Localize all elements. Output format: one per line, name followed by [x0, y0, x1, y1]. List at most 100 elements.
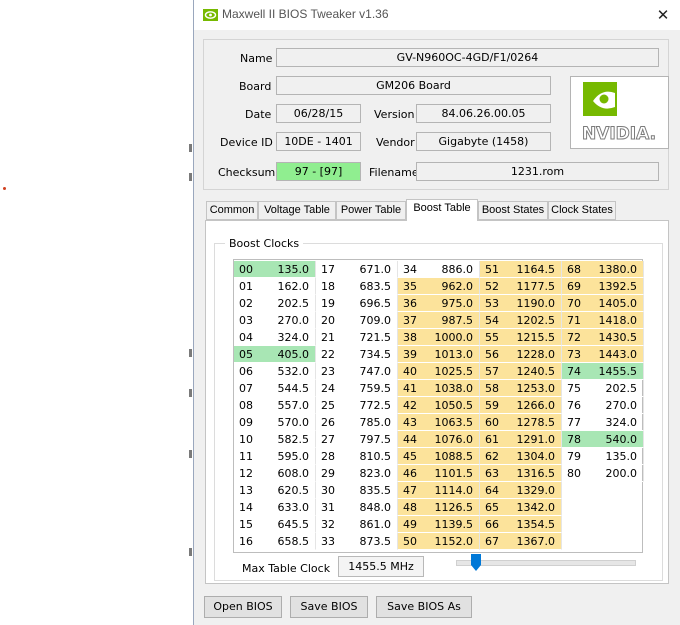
boost-clock-cell[interactable]: 747.0 [344, 363, 398, 380]
boost-clock-cell[interactable]: 1443.0 [590, 346, 644, 363]
checksum-field[interactable]: 97 - [97] [276, 162, 361, 181]
vendor-field[interactable]: Gigabyte (1458) [416, 132, 551, 151]
boost-clock-cell[interactable]: 270.0 [262, 312, 316, 329]
boost-index-cell[interactable]: 11 [234, 448, 262, 465]
boost-clock-cell[interactable]: 1202.5 [508, 312, 562, 329]
boost-index-cell[interactable]: 38 [398, 329, 426, 346]
boost-clock-cell[interactable]: 1177.5 [508, 278, 562, 295]
boost-clock-cell[interactable]: 734.5 [344, 346, 398, 363]
boost-clock-cell[interactable]: 683.5 [344, 278, 398, 295]
boost-clock-cell[interactable]: 886.0 [426, 261, 480, 278]
boost-clock-cell[interactable]: 1228.0 [508, 346, 562, 363]
save-bios-as-button[interactable]: Save BIOS As [376, 596, 472, 618]
boost-index-cell[interactable]: 55 [480, 329, 508, 346]
boost-index-cell[interactable]: 12 [234, 465, 262, 482]
boost-index-cell[interactable]: 30 [316, 482, 344, 499]
boost-clock-cell[interactable]: 1405.0 [590, 295, 644, 312]
boost-clock-cell[interactable]: 1354.5 [508, 516, 562, 533]
boost-index-cell[interactable]: 23 [316, 363, 344, 380]
boost-index-cell[interactable]: 36 [398, 295, 426, 312]
boost-clock-cell[interactable]: 570.0 [262, 414, 316, 431]
boost-index-cell[interactable]: 15 [234, 516, 262, 533]
boost-clock-cell[interactable]: 759.5 [344, 380, 398, 397]
boost-index-cell[interactable]: 72 [562, 329, 590, 346]
boost-index-cell[interactable]: 39 [398, 346, 426, 363]
boost-clock-cell[interactable]: 1215.5 [508, 329, 562, 346]
boost-index-cell[interactable]: 76 [562, 397, 590, 414]
boost-index-cell[interactable]: 42 [398, 397, 426, 414]
boost-clock-cell[interactable]: 1304.0 [508, 448, 562, 465]
boost-index-cell[interactable]: 73 [562, 346, 590, 363]
boost-clock-cell[interactable]: 544.5 [262, 380, 316, 397]
boost-index-cell[interactable]: 66 [480, 516, 508, 533]
boost-index-cell[interactable]: 61 [480, 431, 508, 448]
boost-index-cell[interactable]: 29 [316, 465, 344, 482]
boost-clock-cell[interactable]: 540.0 [590, 431, 644, 448]
boost-index-cell[interactable]: 75 [562, 380, 590, 397]
tab-clock-states[interactable]: Clock States [548, 201, 616, 220]
boost-index-cell[interactable]: 69 [562, 278, 590, 295]
boost-index-cell[interactable]: 41 [398, 380, 426, 397]
max-clock-slider-thumb[interactable] [470, 554, 481, 571]
boost-index-cell[interactable]: 64 [480, 482, 508, 499]
boost-index-cell[interactable]: 70 [562, 295, 590, 312]
tab-boost-states[interactable]: Boost States [478, 201, 548, 220]
boost-index-cell[interactable]: 32 [316, 516, 344, 533]
boost-clock-cell[interactable]: 1329.0 [508, 482, 562, 499]
boost-index-cell[interactable]: 56 [480, 346, 508, 363]
boost-index-cell[interactable]: 25 [316, 397, 344, 414]
boost-clock-cell[interactable]: 1063.5 [426, 414, 480, 431]
boost-index-cell[interactable]: 31 [316, 499, 344, 516]
boost-clock-cell[interactable]: 135.0 [590, 448, 644, 465]
boost-clock-cell[interactable]: 785.0 [344, 414, 398, 431]
boost-clock-cell[interactable]: 861.0 [344, 516, 398, 533]
boost-clock-cell[interactable]: 1367.0 [508, 533, 562, 550]
boost-clock-cell[interactable]: 671.0 [344, 261, 398, 278]
boost-clock-cell[interactable]: 797.5 [344, 431, 398, 448]
boost-clock-cell[interactable]: 1152.0 [426, 533, 480, 550]
boost-clock-cell[interactable]: 324.0 [262, 329, 316, 346]
boost-index-cell[interactable]: 28 [316, 448, 344, 465]
boost-index-cell[interactable]: 57 [480, 363, 508, 380]
boost-index-cell[interactable]: 26 [316, 414, 344, 431]
boost-clock-cell[interactable]: 772.5 [344, 397, 398, 414]
boost-clock-cell[interactable]: 162.0 [262, 278, 316, 295]
boost-index-cell[interactable]: 03 [234, 312, 262, 329]
boost-index-cell[interactable]: 47 [398, 482, 426, 499]
boost-clock-cell[interactable]: 975.0 [426, 295, 480, 312]
boost-index-cell[interactable]: 21 [316, 329, 344, 346]
boost-index-cell[interactable]: 19 [316, 295, 344, 312]
boost-clock-cell[interactable]: 582.5 [262, 431, 316, 448]
boost-clock-cell[interactable]: 721.5 [344, 329, 398, 346]
boost-index-cell[interactable]: 46 [398, 465, 426, 482]
boost-clock-cell[interactable]: 1114.0 [426, 482, 480, 499]
boost-index-cell[interactable]: 50 [398, 533, 426, 550]
boost-index-cell[interactable]: 18 [316, 278, 344, 295]
boost-index-cell[interactable]: 74 [562, 363, 590, 380]
boost-index-cell[interactable]: 77 [562, 414, 590, 431]
device-id-field[interactable]: 10DE - 1401 [276, 132, 361, 151]
boost-clock-cell[interactable]: 709.0 [344, 312, 398, 329]
boost-index-cell[interactable]: 00 [234, 261, 262, 278]
boost-clock-cell[interactable]: 873.5 [344, 533, 398, 550]
boost-clock-cell[interactable]: 608.0 [262, 465, 316, 482]
boost-clock-cell[interactable]: 658.5 [262, 533, 316, 550]
boost-clock-cell[interactable]: 633.0 [262, 499, 316, 516]
boost-index-cell[interactable]: 59 [480, 397, 508, 414]
boost-clock-cell[interactable]: 1126.5 [426, 499, 480, 516]
boost-index-cell[interactable]: 48 [398, 499, 426, 516]
boost-index-cell[interactable]: 40 [398, 363, 426, 380]
boost-clock-cell[interactable]: 962.0 [426, 278, 480, 295]
boost-clock-cell[interactable]: 1392.5 [590, 278, 644, 295]
tab-common[interactable]: Common [206, 201, 258, 220]
boost-index-cell[interactable]: 27 [316, 431, 344, 448]
boost-index-cell[interactable]: 58 [480, 380, 508, 397]
boost-index-cell[interactable]: 07 [234, 380, 262, 397]
boost-clock-cell[interactable]: 1266.0 [508, 397, 562, 414]
boost-index-cell[interactable]: 20 [316, 312, 344, 329]
boost-clock-cell[interactable]: 810.5 [344, 448, 398, 465]
boost-clock-cell[interactable]: 1164.5 [508, 261, 562, 278]
boost-index-cell[interactable]: 16 [234, 533, 262, 550]
boost-clock-cell[interactable]: 1291.0 [508, 431, 562, 448]
boost-index-cell[interactable]: 14 [234, 499, 262, 516]
